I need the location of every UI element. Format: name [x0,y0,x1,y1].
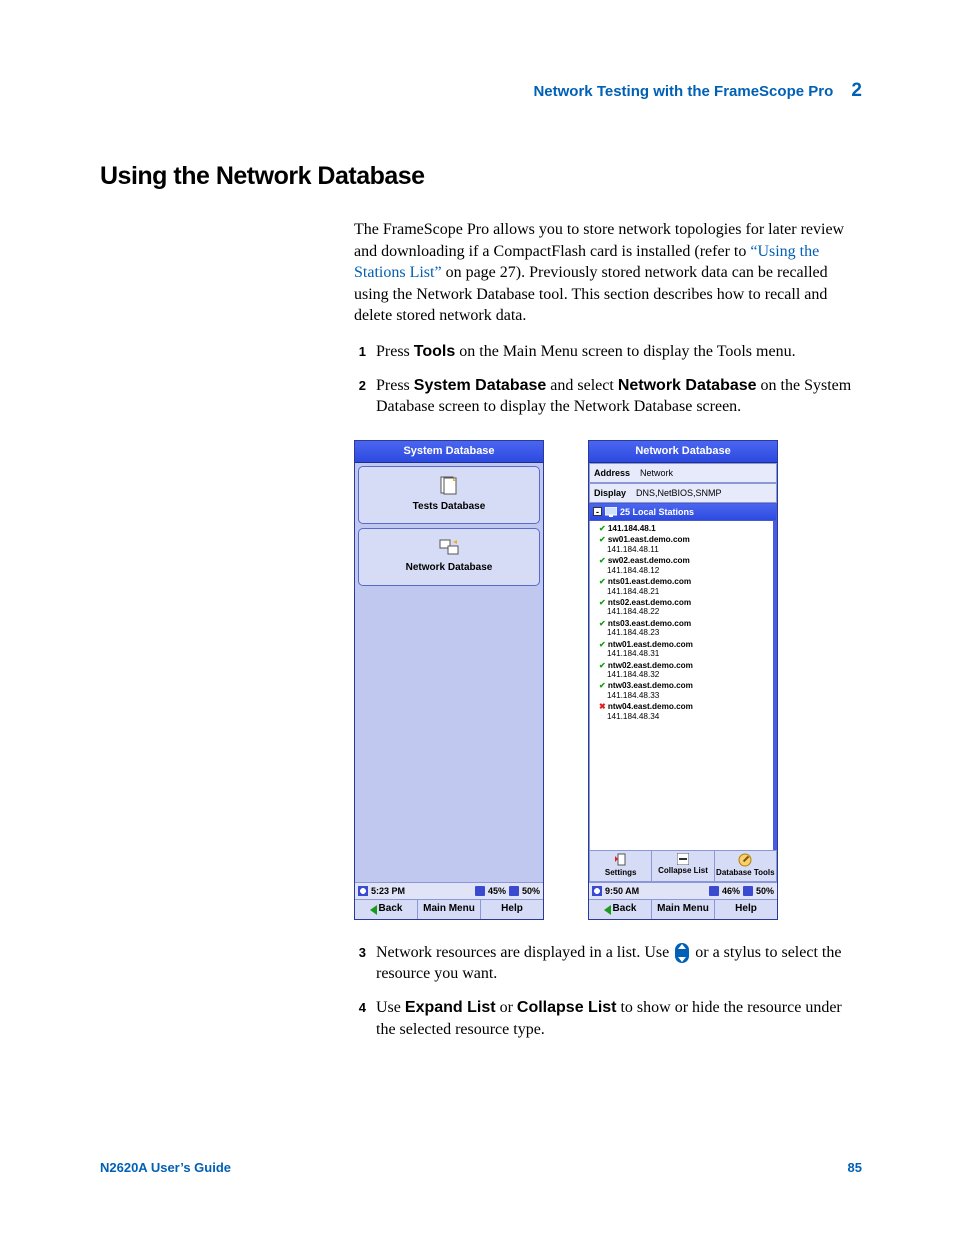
network-database-button[interactable]: Network Database [358,528,540,586]
station-host: ✔ntw01.east.demo.com [599,640,770,649]
clock-icon [358,886,368,896]
footer-page-number: 85 [848,1160,862,1175]
station-host: ✔141.184.48.1 [599,524,770,533]
back-button[interactable]: Back [355,900,418,919]
document-icon [440,476,458,496]
back-arrow-icon [604,905,611,915]
help-button[interactable]: Help [481,900,543,919]
station-item[interactable]: ✔nts02.east.demo.com141.184.48.22 [599,598,770,617]
station-item[interactable]: ✔nts03.east.demo.com141.184.48.23 [599,619,770,638]
battery-pct: 45% [488,885,506,897]
station-item[interactable]: ✔sw01.east.demo.com141.184.48.11 [599,535,770,554]
page-header: Network Testing with the FrameScope Pro … [100,80,862,102]
screen-title: System Database [355,441,543,463]
step-1-number: 1 [354,341,376,363]
disk-pct: 50% [522,885,540,897]
check-icon: ✔ [599,640,606,649]
screen-title: Network Database [589,441,777,463]
station-host: ✔nts02.east.demo.com [599,598,770,607]
nav-rocker-icon [675,943,689,963]
station-item[interactable]: ✔ntw02.east.demo.com141.184.48.32 [599,661,770,680]
station-ip: 141.184.48.34 [607,712,770,721]
tools-icon [738,853,752,867]
tests-database-button[interactable]: Tests Database [358,466,540,524]
station-host: ✔sw02.east.demo.com [599,556,770,565]
main-menu-button[interactable]: Main Menu [652,900,715,919]
check-icon: ✔ [599,524,606,533]
step-4: 4 Use Expand List or Collapse List to sh… [354,997,862,1040]
display-row[interactable]: Display DNS,NetBIOS,SNMP [589,483,777,503]
page-footer: N2620A User’s Guide 85 [100,1160,862,1175]
check-icon: ✔ [599,661,606,670]
station-ip: 141.184.48.22 [607,607,770,616]
station-host: ✔nts01.east.demo.com [599,577,770,586]
station-ip: 141.184.48.31 [607,649,770,658]
status-bar: 5:23 PM 45% 50% [355,882,543,899]
check-icon: ✔ [599,619,606,628]
battery-icon [475,886,485,896]
station-ip: 141.184.48.21 [607,587,770,596]
disk-pct: 50% [756,885,774,897]
check-icon: ✔ [599,577,606,586]
disk-icon [743,886,753,896]
check-icon: ✔ [599,598,606,607]
intro-paragraph: The FrameScope Pro allows you to store n… [354,219,862,327]
tree-header[interactable]: - 25 Local Stations [589,503,777,521]
check-icon: ✔ [599,556,606,565]
back-button[interactable]: Back [589,900,652,919]
network-database-screen: Network Database Address Network Display… [588,440,778,920]
station-host: ✔nts03.east.demo.com [599,619,770,628]
status-bar: 9:50 AM 46% 50% [589,882,777,899]
station-item[interactable]: ✔nts01.east.demo.com141.184.48.21 [599,577,770,596]
database-tools-button[interactable]: Database Tools [715,851,776,881]
collapse-list-button[interactable]: Collapse List [652,851,714,881]
station-item[interactable]: ✖ntw04.east.demo.com141.184.48.34 [599,702,770,721]
station-ip: 141.184.48.12 [607,566,770,575]
battery-icon [709,886,719,896]
disk-icon [509,886,519,896]
stations-tree[interactable]: ✔141.184.48.1✔sw01.east.demo.com141.184.… [589,521,777,850]
step-3-number: 3 [354,942,376,985]
address-row[interactable]: Address Network [589,463,777,483]
step-3: 3 Network resources are displayed in a l… [354,942,862,985]
step-1: 1 Press Tools on the Main Menu screen to… [354,341,862,363]
time-label: 9:50 AM [605,885,639,897]
settings-icon [614,853,628,867]
station-item[interactable]: ✔sw02.east.demo.com141.184.48.12 [599,556,770,575]
station-ip: 141.184.48.32 [607,670,770,679]
back-arrow-icon [370,905,377,915]
check-icon: ✔ [599,535,606,544]
time-label: 5:23 PM [371,885,405,897]
station-item[interactable]: ✔ntw01.east.demo.com141.184.48.31 [599,640,770,659]
settings-button[interactable]: Settings [590,851,652,881]
network-icon [439,539,459,557]
main-menu-button[interactable]: Main Menu [418,900,481,919]
monitor-icon [605,507,617,517]
footer-guide-title: N2620A User’s Guide [100,1160,231,1175]
collapse-icon: - [593,507,602,516]
section-title: Using the Network Database [100,162,862,191]
battery-pct: 46% [722,885,740,897]
device-screenshots: System Database Tests Database Network D… [354,440,862,920]
system-database-screen: System Database Tests Database Network D… [354,440,544,920]
step-2-number: 2 [354,375,376,418]
station-host: ✔sw01.east.demo.com [599,535,770,544]
station-item[interactable]: ✔141.184.48.1 [599,524,770,533]
x-icon: ✖ [599,702,606,711]
station-ip: 141.184.48.23 [607,628,770,637]
station-ip: 141.184.48.11 [607,545,770,554]
station-host: ✔ntw03.east.demo.com [599,681,770,690]
header-title: Network Testing with the FrameScope Pro [533,83,833,100]
step-4-number: 4 [354,997,376,1040]
minus-box-icon [677,853,689,865]
check-icon: ✔ [599,681,606,690]
step-2: 2 Press System Database and select Netwo… [354,375,862,418]
help-button[interactable]: Help [715,900,777,919]
clock-icon [592,886,602,896]
station-item[interactable]: ✔ntw03.east.demo.com141.184.48.33 [599,681,770,700]
station-host: ✔ntw02.east.demo.com [599,661,770,670]
station-ip: 141.184.48.33 [607,691,770,700]
chapter-number: 2 [851,80,862,102]
station-host: ✖ntw04.east.demo.com [599,702,770,711]
